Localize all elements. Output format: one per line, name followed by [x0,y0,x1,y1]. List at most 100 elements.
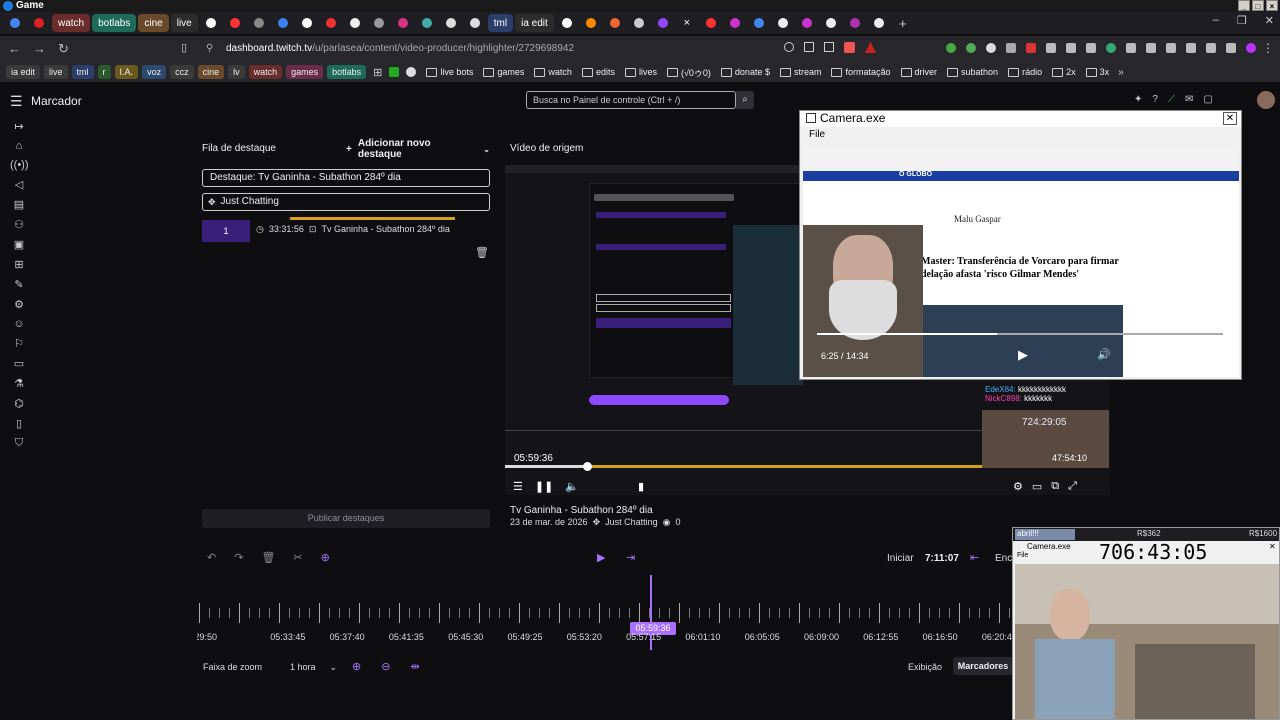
start-time[interactable]: 7:11:07 [925,553,959,564]
close-icon[interactable]: × [1266,0,1278,11]
pause-icon[interactable]: ❚❚ [535,480,553,493]
tab-orange-icon[interactable] [580,14,602,32]
clip-icon[interactable]: ▮ [638,480,644,493]
tab-g4-icon[interactable] [772,14,794,32]
ext12-icon[interactable] [1166,43,1176,53]
folder-games[interactable]: games [480,67,527,77]
tab-twitch-icon[interactable] [652,14,674,32]
ext11-icon[interactable] [1146,43,1156,53]
tab-google-icon[interactable] [200,14,222,32]
browser-menu-icon[interactable]: ⋮ [1262,41,1274,55]
brave-icon[interactable] [844,42,855,53]
camera-window[interactable]: Camera.exe ✕ File O GLOBO Malu Gaspar Ma… [799,110,1242,380]
tab-close-icon[interactable]: × [676,14,698,32]
puzzle-icon[interactable]: ⌬ [10,397,28,410]
promotions-icon[interactable]: ◁ [10,178,28,191]
tab-warn-icon[interactable] [604,14,626,32]
tab-yt2-icon[interactable] [700,14,722,32]
hamburger-menu-icon[interactable]: ☰ [10,93,23,110]
record-icon[interactable] [28,14,50,32]
bookmark-ia[interactable]: I.A. [114,65,139,79]
monetization-icon[interactable]: ⊞ [10,258,28,271]
tab-pause-icon[interactable] [296,14,318,32]
tab-tiktok-icon[interactable] [556,14,578,32]
shield-icon[interactable]: ⛉ [10,437,28,450]
undo-icon[interactable]: ↶ [207,551,216,564]
forward-icon[interactable]: → [33,41,46,57]
help-icon[interactable]: ? [1152,94,1158,105]
tab-window-icon[interactable] [248,14,270,32]
fit-icon[interactable]: ⇹ [410,660,419,673]
tab-g6-icon[interactable] [868,14,890,32]
folder-subathon[interactable]: subathon [944,67,1001,77]
browser-restore-icon[interactable]: ❐ [1237,14,1247,27]
zoom-icon[interactable] [784,42,794,52]
folder-2x[interactable]: 2x [1049,67,1079,77]
ext3-icon[interactable] [986,43,996,53]
set-start-icon[interactable]: ⇤ [970,551,979,564]
zoom-out-icon[interactable]: ⊖ [381,660,390,673]
viewer-icon[interactable]: ☺ [10,318,28,330]
camera-close-icon[interactable]: ✕ [1223,112,1237,125]
tab-stack-icon[interactable] [628,14,650,32]
bookmark-cine[interactable]: cine [197,65,225,79]
tab-g2-icon[interactable] [440,14,462,32]
tab-g3-icon[interactable] [464,14,486,32]
bookmark-watch[interactable]: watch [248,65,283,79]
ext7-icon[interactable] [1066,43,1076,53]
add-highlight-button[interactable]: + Adicionar novo destaque ⌄ [340,138,490,160]
ext16-icon[interactable] [1246,43,1256,53]
bookmark-tml[interactable]: tml [71,65,94,79]
fullscreen-icon[interactable]: ⤢ [1068,480,1077,493]
tab-live[interactable]: live [170,14,198,32]
cut-icon[interactable]: ✂ [293,551,302,564]
notifications-icon[interactable]: ▢ [1203,94,1212,105]
redo-icon[interactable]: ↷ [234,551,243,564]
folder-edits[interactable]: edits [579,67,618,77]
bookmark-lv[interactable]: lv [228,65,245,79]
bookmarks-more-icon[interactable]: » [1118,67,1124,78]
reload-icon[interactable]: ↻ [58,41,69,57]
back-icon[interactable]: ← [8,41,21,57]
player-scrubber-handle[interactable] [583,462,592,471]
tab-ia-edit[interactable]: ia edit [515,14,554,32]
share-icon[interactable] [804,42,814,52]
folder-donate[interactable]: donate $ [718,67,773,77]
zoom-in-icon[interactable]: ⊕ [352,660,361,673]
ext8-icon[interactable] [1086,43,1096,53]
alert-icon[interactable] [865,42,876,53]
apps-grid-icon[interactable]: ⊞ [373,66,382,79]
minimize-icon[interactable]: _ [1238,0,1250,11]
chrome-icon[interactable] [4,14,26,32]
bookmark-live[interactable]: live [44,65,68,79]
ext10-icon[interactable] [1126,43,1136,53]
tab-p3-icon[interactable] [844,14,866,32]
folder-lives[interactable]: lives [622,67,660,77]
star-icon[interactable] [824,42,834,52]
tab-watch[interactable]: watch [52,14,91,32]
content-icon[interactable]: ▣ [10,238,28,251]
tab-tml[interactable]: tml [487,14,514,32]
bookmark-botlabs[interactable]: botlabs [327,65,367,79]
ext5-icon[interactable] [1026,43,1036,53]
folder-stream[interactable]: stream [777,67,825,77]
avatar[interactable] [1257,91,1275,109]
stream-icon[interactable]: ((•)) [10,159,29,171]
zoom-select[interactable]: 1 hora ⌄ [290,662,337,673]
home-icon[interactable]: ⌂ [10,140,28,152]
trash-icon[interactable]: 🗑 [475,246,489,259]
bookmark-games[interactable]: games [286,65,324,79]
bookmark-ia-edit[interactable]: ia edit [6,65,41,79]
tab-botlabs[interactable]: botlabs [92,14,137,32]
pip-icon[interactable]: ⧉ [1051,480,1059,493]
extensions-icon[interactable]: ⚐ [10,337,28,350]
tab-dot-icon[interactable] [344,14,366,32]
camera-file-menu[interactable]: File [809,129,825,140]
chapters-icon[interactable]: ☰ [513,480,523,493]
book-icon[interactable]: ▯ [10,417,28,430]
theater-icon[interactable]: ▭ [1032,480,1042,493]
folder-watch[interactable]: watch [531,67,575,77]
tab-pink-icon[interactable] [392,14,414,32]
maximize-icon[interactable]: □ [1252,0,1264,11]
tab-record-icon[interactable] [320,14,342,32]
